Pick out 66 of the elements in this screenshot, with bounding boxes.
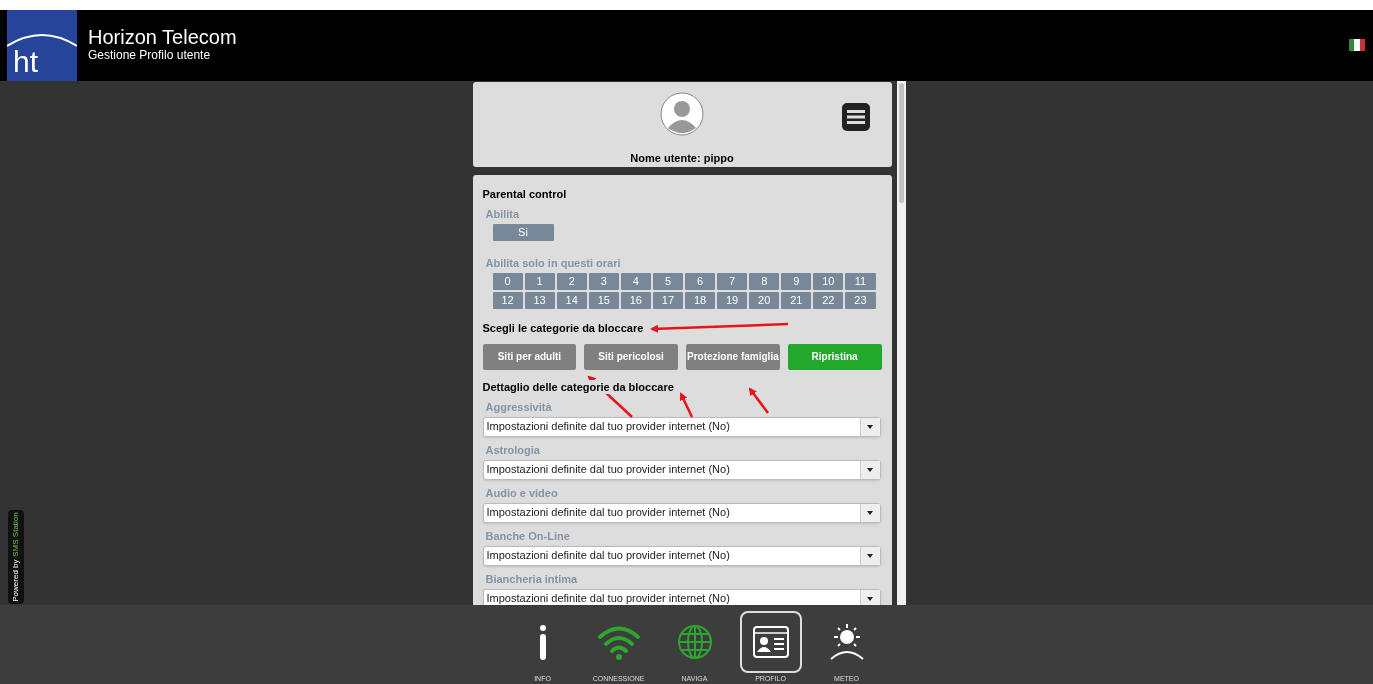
hour-button[interactable]: 15 <box>588 291 619 309</box>
caret-icon <box>867 467 873 472</box>
hour-button[interactable]: 21 <box>781 291 812 309</box>
section-title: Dettaglio delle categorie da bloccare <box>482 379 674 394</box>
hour-button[interactable]: 19 <box>717 291 748 309</box>
preset-button[interactable]: Siti per adulti <box>482 343 577 370</box>
hour-button[interactable]: 16 <box>620 291 651 309</box>
app-subtitle: Gestione Profilo utente <box>88 48 212 62</box>
dropdown[interactable]: Impostazioni definite dal tuo provider internet (No) <box>482 459 881 480</box>
field-label: Aggressività <box>485 399 552 414</box>
hour-button[interactable]: 1 <box>524 272 555 290</box>
powered-by-text: Powered by <box>10 559 21 602</box>
username-label: Nome utente: pippo <box>630 151 734 166</box>
profile-card-icon <box>752 626 789 658</box>
hour-button[interactable]: 12 <box>492 291 523 309</box>
preset-button[interactable]: Siti pericolosi <box>584 343 678 370</box>
menu-icon[interactable] <box>841 103 870 131</box>
hour-button[interactable]: 8 <box>749 272 780 290</box>
flag-icon[interactable] <box>1349 39 1365 51</box>
caret-icon <box>867 553 873 558</box>
hour-button[interactable]: 4 <box>620 272 651 290</box>
hour-button[interactable]: 22 <box>813 291 844 309</box>
section-title: Parental control <box>482 186 567 201</box>
hour-button[interactable]: 14 <box>556 291 587 309</box>
hour-button[interactable]: 5 <box>652 272 683 290</box>
hour-button[interactable]: 9 <box>781 272 812 290</box>
arrow-annotation <box>748 387 769 414</box>
hour-button[interactable]: 11 <box>845 272 876 290</box>
caret-icon <box>867 424 873 429</box>
field-label: Abilita solo in questi orari <box>485 255 621 270</box>
dropdown[interactable]: Impostazioni definite dal tuo provider internet (No) <box>482 502 881 523</box>
hour-button[interactable]: 2 <box>556 272 587 290</box>
brand-link[interactable]: SMS Station <box>10 512 22 557</box>
hour-button[interactable]: 18 <box>685 291 716 309</box>
scrollbar[interactable] <box>897 81 906 605</box>
globe-icon <box>676 624 713 660</box>
hour-button[interactable]: 6 <box>685 272 716 290</box>
hour-button[interactable]: 7 <box>717 272 748 290</box>
hour-button[interactable]: 13 <box>524 291 555 309</box>
dropdown[interactable]: Impostazioni definite dal tuo provider internet (No) <box>482 416 881 437</box>
section-title: Scegli le categorie da bloccare <box>482 320 644 335</box>
reset-button[interactable]: Ripristina <box>787 343 882 370</box>
nav-tab[interactable] <box>739 611 802 673</box>
hour-button[interactable]: 23 <box>845 291 876 309</box>
field-label: Audio e video <box>485 485 558 500</box>
hour-button[interactable]: 20 <box>749 291 780 309</box>
field-label: Banche On-Line <box>485 528 570 543</box>
hour-button[interactable]: 3 <box>588 272 619 290</box>
caret-icon <box>867 596 873 601</box>
field-label: Astrologia <box>485 442 540 457</box>
logo: ht <box>7 10 77 81</box>
dropdown[interactable]: Impostazioni definite dal tuo provider internet (No) <box>482 545 881 566</box>
hour-button[interactable]: 10 <box>813 272 844 290</box>
caret-icon <box>867 510 873 515</box>
field-label: Abilita <box>485 206 520 221</box>
dropdown[interactable]: Impostazioni definite dal tuo provider internet (No) <box>482 588 881 605</box>
enable-toggle[interactable]: Si <box>492 223 554 241</box>
wifi-icon <box>596 624 641 660</box>
info-icon <box>538 624 547 660</box>
field-label: Biancheria intima <box>485 571 578 586</box>
preset-button[interactable]: Protezione famiglia <box>686 343 780 370</box>
hour-button[interactable]: 0 <box>492 272 523 290</box>
hour-button[interactable]: 17 <box>652 291 683 309</box>
arrow-annotation <box>679 392 694 418</box>
app-title: Horizon Telecom <box>88 26 237 48</box>
avatar-icon <box>660 92 704 136</box>
